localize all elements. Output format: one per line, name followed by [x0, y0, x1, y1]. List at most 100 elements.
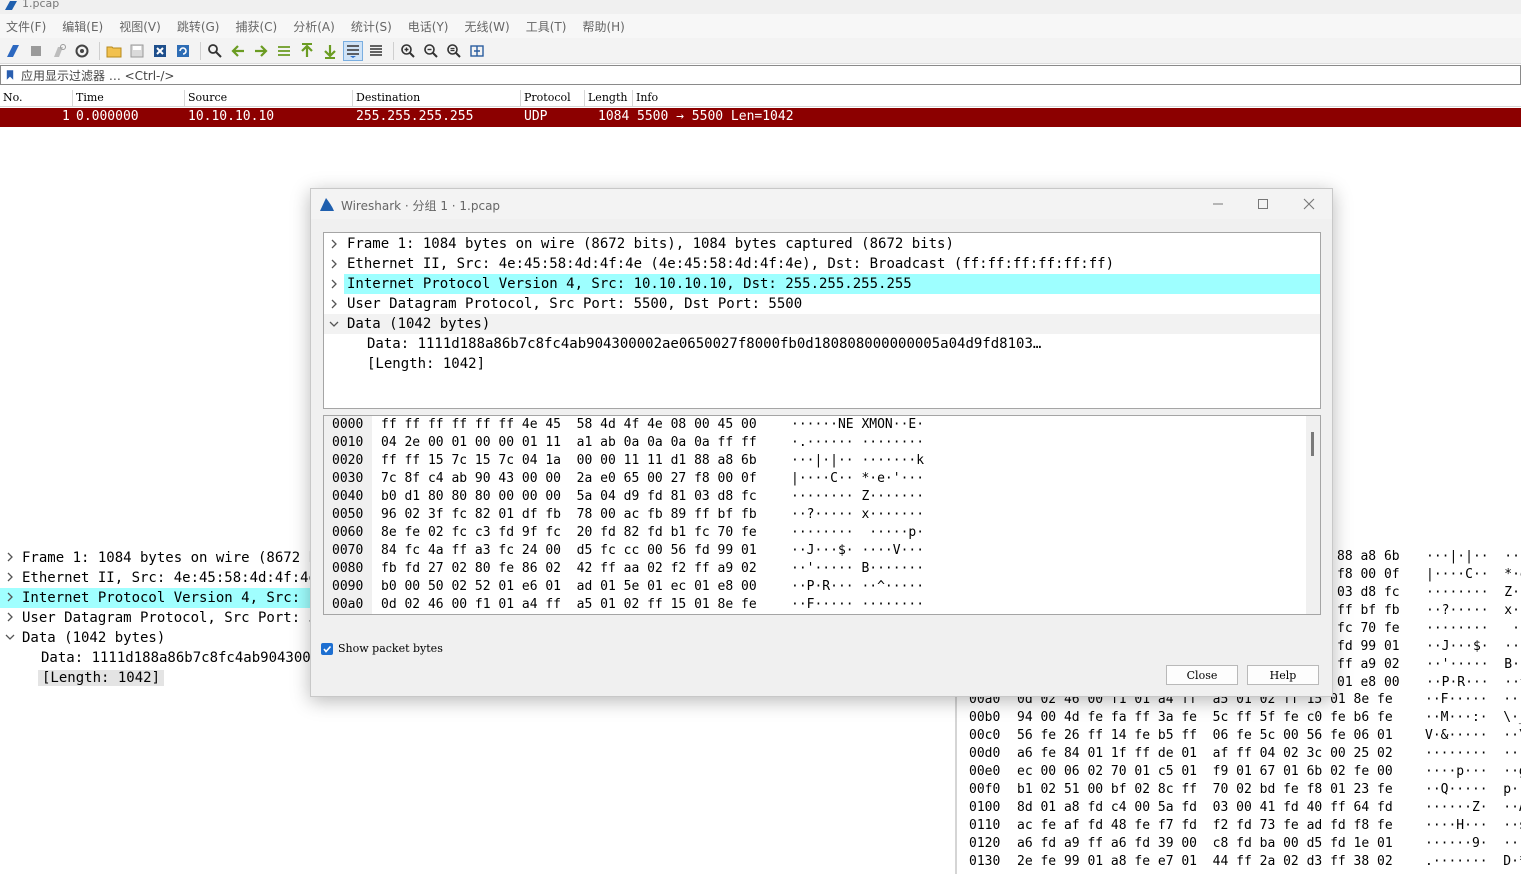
- hex-ascii[interactable]: ········ ··: [1426, 621, 1521, 639]
- tree-item-frame[interactable]: Frame 1: 1084 bytes on wire (8672 bi: [0, 548, 312, 568]
- hex-ascii[interactable]: .······· D·*: [1425, 854, 1521, 872]
- tree-item-ipv4[interactable]: Internet Protocol Version 4, Src: 10.10.…: [344, 274, 1320, 294]
- help-button[interactable]: Help: [1247, 665, 1319, 685]
- hex-ascii[interactable]: ···|·|·· ···: [1426, 549, 1521, 567]
- hex-bytes[interactable]: b0 00 50 02 52 01 e6 01 ad 01 5e 01 ec 0…: [381, 579, 757, 597]
- tree-item-data[interactable]: Data (1042 bytes): [324, 314, 1320, 334]
- close-icon[interactable]: [1299, 194, 1319, 214]
- hex-bytes[interactable]: a6 fe 84 01 1f ff de 01 af ff 04 02 3c 0…: [1017, 746, 1393, 764]
- hex-ascii[interactable]: ··'····· B·······: [791, 561, 924, 579]
- hex-ascii[interactable]: V·&····· ··\: [1425, 728, 1521, 746]
- hex-ascii[interactable]: ······Z· ··A: [1425, 800, 1521, 818]
- colorize-icon[interactable]: [366, 41, 386, 61]
- menu-item-4[interactable]: 捕获(C): [235, 18, 277, 35]
- tree-item-data-value[interactable]: Data: 1111d188a86b7c8fc4ab904300002ae065…: [324, 334, 1320, 354]
- hex-bytes[interactable]: fd 99 01: [1337, 639, 1400, 657]
- hex-ascii[interactable]: ··J···$· ····V···: [791, 543, 924, 561]
- display-filter-input[interactable]: 应用显示过滤器 … <Ctrl-/>: [21, 67, 174, 84]
- tree-item-ethernet[interactable]: Ethernet II, Src: 4e:45:58:4d:4f:4e: [0, 568, 312, 588]
- first-packet-icon[interactable]: [297, 41, 317, 61]
- menu-item-1[interactable]: 编辑(E): [62, 18, 103, 35]
- column-source[interactable]: Source: [188, 91, 227, 104]
- scrollbar-thumb[interactable]: [1311, 432, 1314, 456]
- pane-splitter[interactable]: [955, 690, 957, 874]
- packet-row[interactable]: 1 0.000000 10.10.10.10 255.255.255.255 U…: [0, 108, 1521, 127]
- hex-bytes[interactable]: ac fe af fd 48 fe f7 fd f2 fd 73 fe ad f…: [1017, 818, 1393, 836]
- close-button[interactable]: Close: [1166, 665, 1238, 685]
- hex-bytes[interactable]: 2e fe 99 01 a8 fe e7 01 44 ff 2a 02 d3 f…: [1017, 854, 1393, 872]
- hex-bytes[interactable]: ff a9 02: [1337, 657, 1400, 675]
- hex-ascii[interactable]: ··F····· ········: [791, 597, 924, 614]
- column-time[interactable]: Time: [76, 91, 104, 104]
- hex-ascii[interactable]: ····H··· ··s: [1425, 818, 1521, 836]
- resize-columns-icon[interactable]: [467, 41, 487, 61]
- vertical-scrollbar[interactable]: [1306, 416, 1320, 614]
- column-no[interactable]: No.: [3, 91, 23, 104]
- hex-bytes[interactable]: fc 70 fe: [1337, 621, 1400, 639]
- menu-item-7[interactable]: 电话(Y): [408, 18, 449, 35]
- start-capture-icon[interactable]: [3, 41, 23, 61]
- save-file-icon[interactable]: [127, 41, 147, 61]
- hex-bytes[interactable]: 84 fc 4a ff a3 fc 24 00 d5 fc cc 00 56 f…: [381, 543, 757, 561]
- column-destination[interactable]: Destination: [356, 91, 420, 104]
- menu-item-0[interactable]: 文件(F): [6, 18, 46, 35]
- normal-size-icon[interactable]: [444, 41, 464, 61]
- hex-ascii[interactable]: ····p··· ··g: [1425, 764, 1521, 782]
- hex-ascii[interactable]: ··J···$· ···: [1426, 639, 1521, 657]
- hex-bytes[interactable]: ff bf fb: [1337, 603, 1400, 621]
- tree-item-length[interactable]: [Length: 1042]: [324, 354, 1320, 374]
- go-forward-icon[interactable]: [251, 41, 271, 61]
- bookmark-icon[interactable]: [3, 66, 17, 84]
- hex-bytes[interactable]: 8e fe 02 fc c3 fd 9f fc 20 fd 82 fd b1 f…: [381, 525, 757, 543]
- column-protocol[interactable]: Protocol: [524, 91, 571, 104]
- menu-item-8[interactable]: 无线(W): [465, 18, 510, 35]
- tree-item-udp[interactable]: User Datagram Protocol, Src Port: 55: [0, 608, 312, 628]
- hex-bytes[interactable]: 88 a8 6b: [1337, 549, 1400, 567]
- hex-ascii[interactable]: |····C·· *·e·'···: [791, 471, 924, 489]
- hex-bytes[interactable]: 96 02 3f fc 82 01 df fb 78 00 ac fb 89 f…: [381, 507, 757, 525]
- autoscroll-icon[interactable]: [343, 40, 363, 61]
- hex-ascii[interactable]: ··?····· x··: [1426, 603, 1521, 621]
- hex-bytes[interactable]: 8d 01 a8 fd c4 00 5a fd 03 00 41 fd 40 f…: [1017, 800, 1393, 818]
- find-packet-icon[interactable]: [205, 41, 225, 61]
- go-to-packet-icon[interactable]: [274, 41, 294, 61]
- hex-bytes[interactable]: 94 00 4d fe fa ff 3a fe 5c ff 5f fe c0 f…: [1017, 710, 1393, 728]
- show-packet-bytes-option[interactable]: Show packet bytes: [321, 642, 443, 655]
- hex-bytes[interactable]: f8 00 0f: [1337, 567, 1400, 585]
- hex-bytes[interactable]: ff ff ff ff ff ff 4e 45 58 4d 4f 4e 08 0…: [381, 417, 757, 435]
- hex-bytes[interactable]: ec 00 06 02 70 01 c5 01 f9 01 67 01 6b 0…: [1017, 764, 1393, 782]
- menu-item-9[interactable]: 工具(T): [526, 18, 567, 35]
- hex-bytes[interactable]: a6 fd a9 ff a6 fd 39 00 c8 fd ba 00 d5 f…: [1017, 836, 1393, 854]
- hex-bytes[interactable]: 03 d8 fc: [1337, 585, 1400, 603]
- zoom-in-icon[interactable]: [398, 41, 418, 61]
- menu-item-3[interactable]: 跳转(G): [177, 18, 220, 35]
- reload-file-icon[interactable]: [173, 41, 193, 61]
- menu-item-5[interactable]: 分析(A): [293, 18, 335, 35]
- hex-ascii[interactable]: ··P·R··· ··^·····: [791, 579, 924, 597]
- hex-bytes[interactable]: 04 2e 00 01 00 00 01 11 a1 ab 0a 0a 0a 0…: [381, 435, 757, 453]
- hex-ascii[interactable]: ········ ·····p·: [791, 525, 924, 543]
- hex-bytes[interactable]: fb fd 27 02 80 fe 86 02 42 ff aa 02 f2 f…: [381, 561, 757, 579]
- hex-ascii[interactable]: ······NE XMON··E·: [791, 417, 924, 435]
- restart-capture-icon[interactable]: [49, 41, 69, 61]
- hex-ascii[interactable]: ···|·|·· ·······k: [791, 453, 924, 471]
- hex-ascii[interactable]: ········ ···: [1425, 746, 1521, 764]
- close-file-icon[interactable]: [150, 41, 170, 61]
- tree-item-frame[interactable]: Frame 1: 1084 bytes on wire (8672 bits),…: [324, 234, 1320, 254]
- hex-ascii[interactable]: ·.······ ········: [791, 435, 924, 453]
- tree-item-udp[interactable]: User Datagram Protocol, Src Port: 5500, …: [324, 294, 1320, 314]
- zoom-out-icon[interactable]: [421, 41, 441, 61]
- go-back-icon[interactable]: [228, 41, 248, 61]
- show-packet-bytes-checkbox[interactable]: [321, 642, 333, 655]
- hex-bytes[interactable]: ff ff 15 7c 15 7c 04 1a 00 00 11 11 d1 8…: [381, 453, 757, 471]
- maximize-icon[interactable]: [1253, 194, 1273, 214]
- stop-capture-icon[interactable]: [26, 41, 46, 61]
- menu-item-2[interactable]: 视图(V): [119, 18, 161, 35]
- minimize-icon[interactable]: [1208, 194, 1228, 214]
- column-info[interactable]: Info: [636, 91, 658, 104]
- tree-item-ethernet[interactable]: Ethernet II, Src: 4e:45:58:4d:4f:4e (4e:…: [324, 254, 1320, 274]
- hex-ascii[interactable]: ··'····· B··: [1426, 657, 1521, 675]
- hex-bytes[interactable]: 7c 8f c4 ab 90 43 00 00 2a e0 65 00 27 f…: [381, 471, 757, 489]
- last-packet-icon[interactable]: [320, 41, 340, 61]
- hex-ascii[interactable]: ··M···:· \·_: [1425, 710, 1521, 728]
